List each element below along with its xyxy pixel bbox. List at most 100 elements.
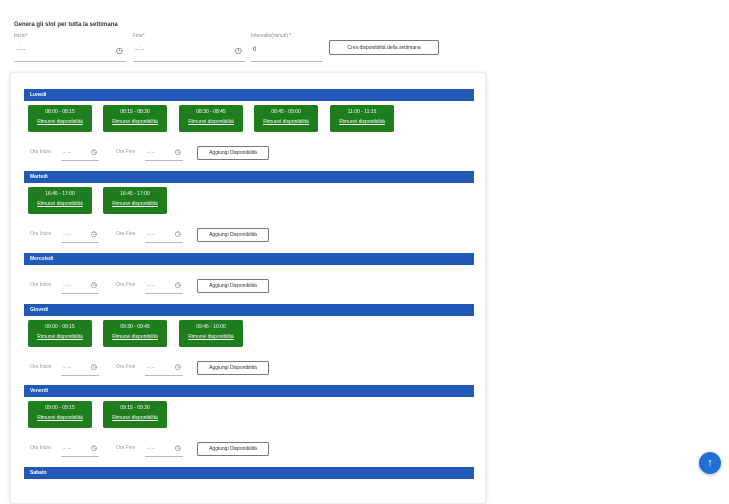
day-header-thursday: Giovedì bbox=[24, 304, 474, 316]
day-header-wednesday: Mercoledì bbox=[24, 253, 474, 265]
to-time-input[interactable]: --:-- ◷ bbox=[145, 280, 183, 294]
to-time-input[interactable]: --:-- ◷ bbox=[145, 362, 183, 376]
from-time-value: --:-- bbox=[63, 365, 72, 371]
from-time-input[interactable]: --:-- ◷ bbox=[61, 229, 99, 243]
to-time-input[interactable]: --:-- ◷ bbox=[145, 147, 183, 161]
remove-availability-link[interactable]: Rimuovi disponibilità bbox=[103, 334, 167, 340]
slot-card: 08:45 - 09:00 Rimuovi disponibilità bbox=[254, 105, 318, 132]
from-time-input[interactable]: --:-- ◷ bbox=[61, 147, 99, 161]
to-time-value: --:-- bbox=[147, 150, 156, 156]
to-time-input[interactable]: --:-- ◷ bbox=[145, 229, 183, 243]
remove-availability-link[interactable]: Rimuovi disponibilità bbox=[179, 334, 243, 340]
remove-availability-link[interactable]: Rimuovi disponibilità bbox=[103, 119, 167, 125]
slot-time: 09:00 - 09:15 bbox=[45, 405, 75, 411]
add-availability-button[interactable]: Aggiungi Disponibilità bbox=[197, 279, 269, 293]
from-label: Ora Inizio bbox=[30, 364, 52, 370]
slot-time: 11:00 - 11:15 bbox=[347, 109, 377, 115]
remove-availability-link[interactable]: Rimuovi disponibilità bbox=[103, 415, 167, 421]
from-label: Ora Inizio bbox=[30, 231, 52, 237]
slot-card: 16:45 - 17:00 Rimuovi disponibilità bbox=[28, 187, 92, 214]
add-availability-row: Ora Inizio --:-- ◷ Ora Fine --:-- ◷ Aggi… bbox=[30, 228, 280, 244]
remove-availability-link[interactable]: Rimuovi disponibilità bbox=[103, 201, 167, 207]
remove-availability-link[interactable]: Rimuovi disponibilità bbox=[28, 201, 92, 207]
from-time-value: --:-- bbox=[63, 283, 72, 289]
scroll-top-button[interactable]: ↑ bbox=[699, 452, 721, 474]
to-label: Ora Fine bbox=[116, 231, 136, 237]
slot-time: 08:30 - 08:45 bbox=[196, 109, 226, 115]
from-time-input[interactable]: --:-- ◷ bbox=[61, 362, 99, 376]
slot-time: 09:45 - 10:00 bbox=[196, 324, 226, 330]
clock-icon[interactable]: ◷ bbox=[175, 230, 181, 238]
add-availability-row: Ora Inizio --:-- ◷ Ora Fine --:-- ◷ Aggi… bbox=[30, 442, 280, 458]
remove-availability-link[interactable]: Rimuovi disponibilità bbox=[254, 119, 318, 125]
add-availability-button[interactable]: Aggiungi Disponibilità bbox=[197, 442, 269, 456]
start-time-label: Inizio* bbox=[14, 33, 28, 39]
from-time-value: --:-- bbox=[63, 232, 72, 238]
start-time-field[interactable]: Inizio* --:-- ◷ bbox=[14, 33, 126, 62]
add-availability-button[interactable]: Aggiungi Disponibilità bbox=[197, 361, 269, 375]
clock-icon[interactable]: ◷ bbox=[235, 46, 242, 55]
clock-icon[interactable]: ◷ bbox=[175, 444, 181, 452]
remove-availability-link[interactable]: Rimuovi disponibilità bbox=[28, 415, 92, 421]
from-label: Ora Inizio bbox=[30, 282, 52, 288]
slot-time: 09:30 - 09:45 bbox=[120, 324, 150, 330]
slot-card: 09:30 - 09:45 Rimuovi disponibilità bbox=[103, 320, 167, 347]
clock-icon[interactable]: ◷ bbox=[91, 281, 97, 289]
arrow-up-icon: ↑ bbox=[707, 457, 713, 469]
slot-card: 09:00 - 09:15 Rimuovi disponibilità bbox=[28, 320, 92, 347]
clock-icon[interactable]: ◷ bbox=[175, 148, 181, 156]
day-header-tuesday: Martedì bbox=[24, 171, 474, 183]
add-availability-row: Ora Inizio --:-- ◷ Ora Fine --:-- ◷ Aggi… bbox=[30, 361, 280, 377]
to-time-value: --:-- bbox=[147, 283, 156, 289]
to-label: Ora Fine bbox=[116, 364, 136, 370]
clock-icon[interactable]: ◷ bbox=[91, 148, 97, 156]
end-time-value: --:-- bbox=[135, 47, 145, 53]
add-availability-row: Ora Inizio --:-- ◷ Ora Fine --:-- ◷ Aggi… bbox=[30, 279, 280, 295]
clock-icon[interactable]: ◷ bbox=[91, 230, 97, 238]
end-time-label: Fine* bbox=[133, 33, 145, 39]
slot-time: 09:00 - 09:15 bbox=[45, 324, 75, 330]
interval-field[interactable]: Intervallo(minuti) * 0 bbox=[251, 33, 323, 62]
end-time-field[interactable]: Fine* --:-- ◷ bbox=[133, 33, 245, 62]
from-time-input[interactable]: --:-- ◷ bbox=[61, 443, 99, 457]
remove-availability-link[interactable]: Rimuovi disponibilità bbox=[179, 119, 243, 125]
remove-availability-link[interactable]: Rimuovi disponibilità bbox=[28, 119, 92, 125]
to-time-value: --:-- bbox=[147, 365, 156, 371]
from-time-input[interactable]: --:-- ◷ bbox=[61, 280, 99, 294]
slot-time: 08:45 - 09:00 bbox=[271, 109, 301, 115]
from-time-value: --:-- bbox=[63, 446, 72, 452]
slot-card: 09:00 - 09:15 Rimuovi disponibilità bbox=[28, 401, 92, 428]
from-label: Ora Inizio bbox=[30, 445, 52, 451]
slot-card: 08:15 - 08:30 Rimuovi disponibilità bbox=[103, 105, 167, 132]
clock-icon[interactable]: ◷ bbox=[91, 444, 97, 452]
add-availability-button[interactable]: Aggiungi Disponibilità bbox=[197, 228, 269, 242]
create-week-availability-button[interactable]: Crea disponibilità della settimana bbox=[329, 40, 439, 55]
slot-card: 11:00 - 11:15 Rimuovi disponibilità bbox=[330, 105, 394, 132]
slot-time: 08:15 - 08:30 bbox=[120, 109, 150, 115]
remove-availability-link[interactable]: Rimuovi disponibilità bbox=[330, 119, 394, 125]
to-label: Ora Fine bbox=[116, 282, 136, 288]
remove-availability-link[interactable]: Rimuovi disponibilità bbox=[28, 334, 92, 340]
day-header-saturday: Sabato bbox=[24, 467, 474, 479]
slot-time: 16:45 - 17:00 bbox=[45, 191, 75, 197]
clock-icon[interactable]: ◷ bbox=[175, 363, 181, 371]
slot-card: 08:30 - 08:45 Rimuovi disponibilità bbox=[179, 105, 243, 132]
to-time-input[interactable]: --:-- ◷ bbox=[145, 443, 183, 457]
clock-icon[interactable]: ◷ bbox=[175, 281, 181, 289]
interval-value: 0 bbox=[253, 47, 257, 53]
slot-card: 08:00 - 08:15 Rimuovi disponibilità bbox=[28, 105, 92, 132]
start-time-value: --:-- bbox=[16, 47, 26, 53]
slot-card: 16:45 - 17:00 Rimuovi disponibilità bbox=[103, 187, 167, 214]
page-title: Genera gli slot per tutta la settimana bbox=[14, 22, 118, 28]
from-time-value: --:-- bbox=[63, 150, 72, 156]
to-time-value: --:-- bbox=[147, 446, 156, 452]
interval-label: Intervallo(minuti) * bbox=[251, 33, 292, 39]
add-availability-row: Ora Inizio --:-- ◷ Ora Fine --:-- ◷ Aggi… bbox=[30, 146, 280, 162]
add-availability-button[interactable]: Aggiungi Disponibilità bbox=[197, 146, 269, 160]
clock-icon[interactable]: ◷ bbox=[91, 363, 97, 371]
slot-card: 09:45 - 10:00 Rimuovi disponibilità bbox=[179, 320, 243, 347]
from-label: Ora Inizio bbox=[30, 149, 52, 155]
clock-icon[interactable]: ◷ bbox=[116, 46, 123, 55]
day-header-monday: Lunedì bbox=[24, 89, 474, 101]
slot-time: 08:00 - 08:15 bbox=[45, 109, 75, 115]
